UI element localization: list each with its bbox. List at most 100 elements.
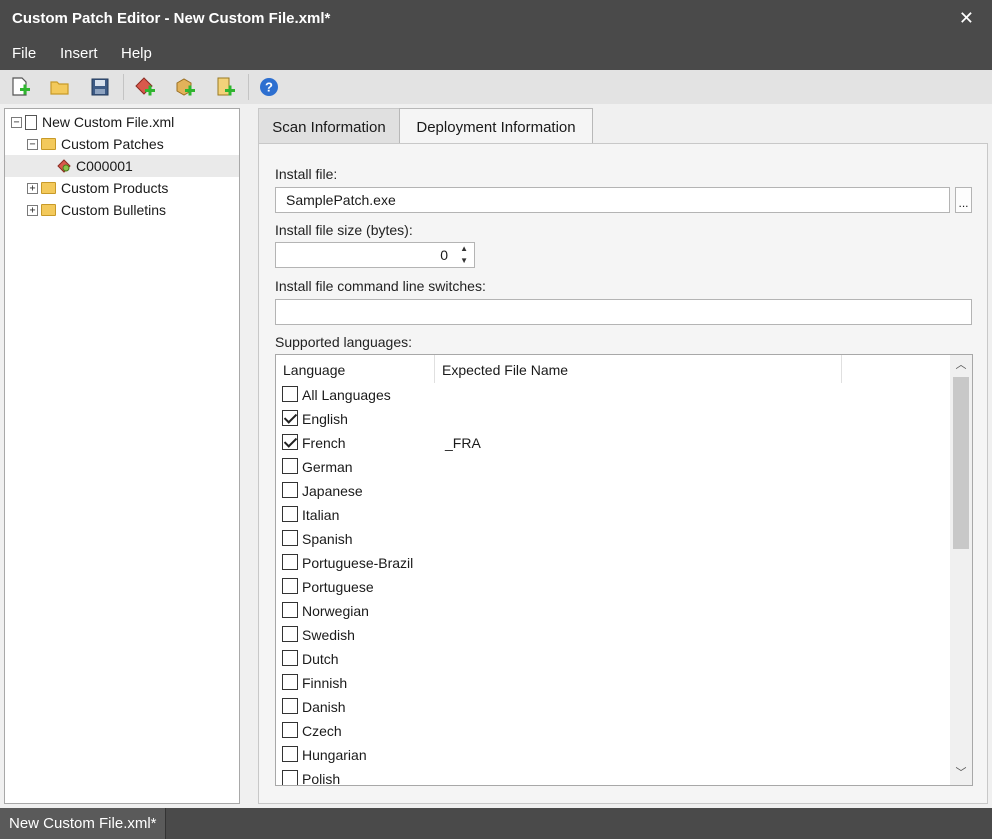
install-file-size-stepper[interactable]: 0 ▲ ▼ [275,242,475,268]
language-name: Italian [302,507,340,523]
language-row[interactable]: Portuguese-Brazil [276,551,946,575]
language-name: Norwegian [302,603,369,619]
tree-node-root[interactable]: − New Custom File.xml [11,111,174,133]
language-checkbox[interactable] [282,578,298,594]
column-header-expected-file-name[interactable]: Expected File Name [435,355,842,383]
file-icon [25,114,37,130]
language-checkbox[interactable] [282,674,298,690]
tree-node-custom-bulletins[interactable]: + Custom Bulletins [27,199,166,221]
menu-insert[interactable]: Insert [60,45,98,62]
collapse-icon[interactable]: − [27,138,38,150]
language-name: Portuguese-Brazil [302,555,414,571]
browse-button[interactable]: ... [955,187,972,213]
language-row[interactable]: Finnish [276,671,946,695]
expected-file-name[interactable]: _FRA [445,435,481,451]
language-row[interactable]: Italian [276,503,946,527]
new-file-icon[interactable] [9,76,31,98]
tab-scan-information[interactable]: Scan Information [258,108,400,144]
add-patch-icon[interactable] [134,76,156,98]
language-row[interactable]: Dutch [276,647,946,671]
supported-languages-label: Supported languages: [275,334,412,350]
language-name: Swedish [302,627,355,643]
language-row[interactable]: German [276,455,946,479]
toolbar-separator [248,74,249,100]
language-checkbox[interactable] [282,554,298,570]
language-row[interactable]: Polish [276,767,946,786]
tree-node-label: Custom Products [61,180,169,196]
language-row[interactable]: English [276,407,946,431]
language-name: Hungarian [302,747,367,763]
language-checkbox[interactable] [282,698,298,714]
language-name: Polish [302,771,341,786]
scrollbar-thumb[interactable] [953,377,969,549]
spin-down-icon[interactable]: ▼ [460,256,468,265]
install-file-input[interactable]: SamplePatch.exe [275,187,950,213]
tree-node-label: C000001 [76,158,133,174]
language-checkbox[interactable] [282,722,298,738]
language-name: Czech [302,723,342,739]
add-bulletin-icon[interactable] [214,76,236,98]
toolbar: ? [0,70,992,104]
language-name: French [302,435,346,451]
language-name: Dutch [302,651,339,667]
language-row[interactable]: All Languages [276,383,946,407]
supported-languages-list: Language Expected File Name All Language… [275,354,973,786]
language-checkbox[interactable] [282,410,298,426]
tree-node-label: New Custom File.xml [42,114,175,130]
tab-deployment-information[interactable]: Deployment Information [399,108,593,145]
tree-node-label: Custom Patches [61,136,164,152]
save-icon[interactable] [89,76,111,98]
document-tab[interactable]: New Custom File.xml* [0,808,166,839]
language-row[interactable]: Swedish [276,623,946,647]
menu-file[interactable]: File [12,45,36,62]
language-row[interactable]: Czech [276,719,946,743]
language-row[interactable]: French _FRA [276,431,946,455]
help-glyph: ? [265,80,273,95]
language-name: Danish [302,699,346,715]
tree-node-c000001[interactable]: C000001 [5,155,239,177]
language-checkbox[interactable] [282,386,298,402]
language-checkbox[interactable] [282,602,298,618]
language-checkbox[interactable] [282,626,298,642]
column-header-language[interactable]: Language [276,355,435,383]
language-checkbox[interactable] [282,746,298,762]
language-checkbox[interactable] [282,770,298,785]
folder-open-icon [41,138,56,150]
spin-up-icon[interactable]: ▲ [460,244,468,253]
language-checkbox[interactable] [282,458,298,474]
menu-help[interactable]: Help [121,45,152,62]
language-name: Spanish [302,531,353,547]
language-row[interactable]: Norwegian [276,599,946,623]
open-folder-icon[interactable] [49,76,71,98]
window-title: Custom Patch Editor - New Custom File.xm… [12,10,331,27]
vertical-scrollbar[interactable]: ︿ ﹀ [950,355,972,785]
collapse-icon[interactable]: − [11,116,22,128]
title-bar: Custom Patch Editor - New Custom File.xm… [0,0,992,38]
expand-icon[interactable]: + [27,204,38,216]
tree-node-custom-patches[interactable]: − Custom Patches [27,133,164,155]
language-row[interactable]: Hungarian [276,743,946,767]
help-icon[interactable]: ? [258,76,280,98]
folder-icon [41,204,56,216]
tree-node-custom-products[interactable]: + Custom Products [27,177,168,199]
command-line-switches-input[interactable] [275,299,972,325]
language-checkbox[interactable] [282,434,298,450]
language-row[interactable]: Portuguese [276,575,946,599]
language-row[interactable]: Danish [276,695,946,719]
expand-icon[interactable]: + [27,182,38,194]
command-line-switches-label: Install file command line switches: [275,278,486,294]
tree-node-label: Custom Bulletins [61,202,167,218]
scroll-up-icon[interactable]: ︿ [950,355,972,375]
scroll-down-icon[interactable]: ﹀ [950,763,972,783]
language-row[interactable]: Japanese [276,479,946,503]
close-icon[interactable]: ✕ [959,8,974,29]
column-header-blank [842,355,952,383]
language-row[interactable]: Spanish [276,527,946,551]
menu-bar: File Insert Help [0,38,992,70]
language-name: English [302,411,348,427]
language-checkbox[interactable] [282,530,298,546]
language-checkbox[interactable] [282,506,298,522]
language-checkbox[interactable] [282,650,298,666]
add-product-icon[interactable] [174,76,196,98]
language-checkbox[interactable] [282,482,298,498]
